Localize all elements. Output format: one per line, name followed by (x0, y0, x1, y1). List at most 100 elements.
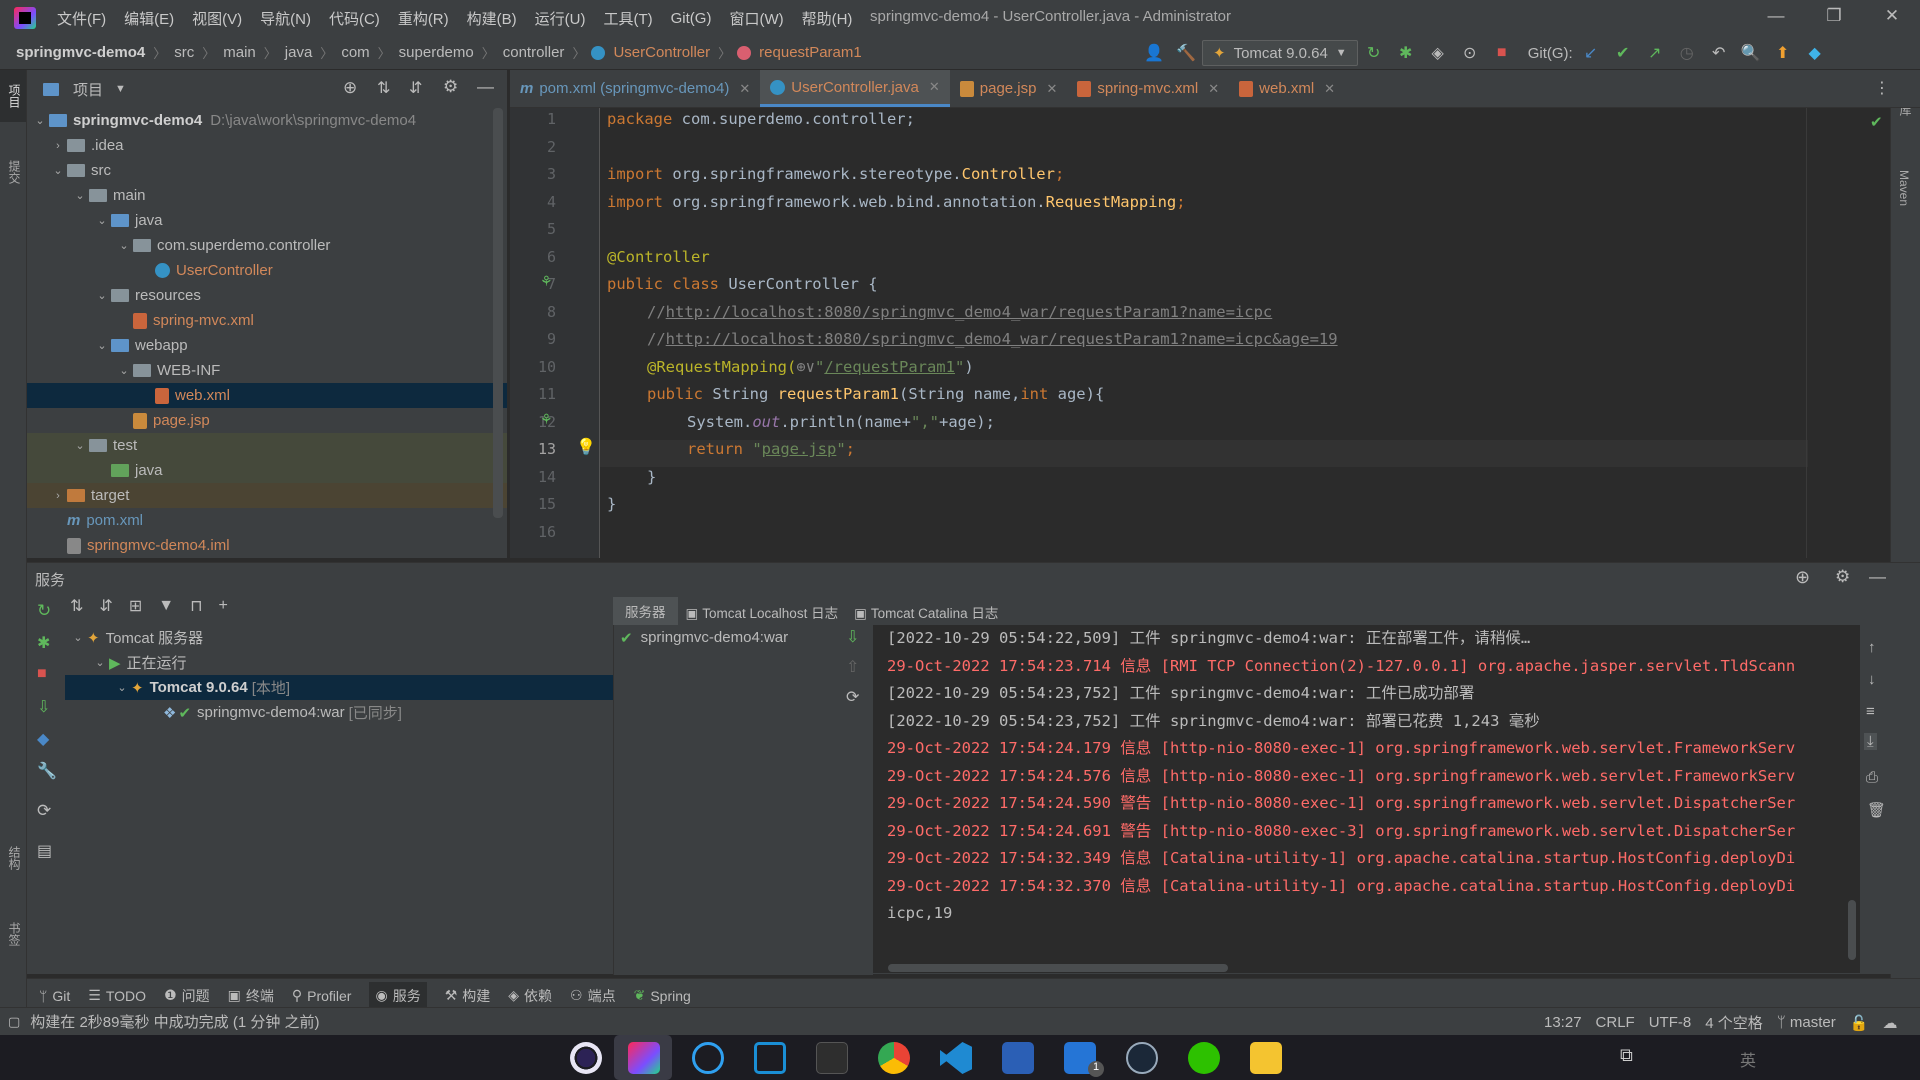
comment-url-link[interactable]: http://localhost:8080/springmvc_demo4_wa… (666, 303, 1273, 321)
rerun-icon[interactable]: ↻ (37, 601, 51, 621)
breadcrumb-main[interactable]: main (221, 44, 258, 61)
request-mapping-path[interactable]: /requestParam1 (824, 358, 955, 376)
breadcrumb-superdemo[interactable]: superdemo (397, 44, 476, 61)
git-update-icon[interactable]: ↙ (1581, 43, 1601, 63)
stop-icon[interactable]: ■ (1492, 44, 1512, 62)
tree-item[interactable]: › .idea (27, 133, 507, 158)
locate-icon[interactable]: ⊕ (343, 78, 357, 98)
collapse-all-icon[interactable]: ⇵ (99, 596, 112, 616)
tree-item[interactable]: ⌄ main (27, 183, 507, 208)
hide-panel-icon[interactable]: — (477, 77, 494, 97)
tab-spring-mvc-xml[interactable]: spring-mvc.xml ✕ (1067, 70, 1229, 107)
intellij-icon[interactable] (628, 1042, 660, 1074)
lock-icon[interactable]: 🔓 (1850, 1014, 1869, 1032)
ime-indicator[interactable]: 英 (1740, 1047, 1756, 1071)
tab-web-xml[interactable]: web.xml ✕ (1229, 70, 1345, 107)
tool-profiler[interactable]: ⚲ Profiler (292, 987, 352, 1004)
minimize-icon[interactable]: — (1764, 6, 1788, 26)
tree-item[interactable]: page.jsp (27, 408, 507, 433)
chrome-icon[interactable] (878, 1042, 910, 1074)
chevron-down-icon[interactable]: ▼ (115, 83, 126, 95)
tree-item-running[interactable]: ⌄ ▶ 正在运行 (65, 650, 613, 675)
layout-icon[interactable]: ▤ (37, 841, 52, 861)
tab-usercontroller[interactable]: UserController.java ✕ (760, 70, 950, 107)
breadcrumb-method[interactable]: requestParam1 (757, 44, 864, 61)
debug-icon[interactable]: ✱ (37, 633, 50, 653)
deploy-icon[interactable]: ⇩ (846, 627, 859, 647)
menu-refactor[interactable]: 重构(R) (389, 8, 458, 29)
expand-all-icon[interactable]: ⇅ (377, 78, 390, 98)
spring-mapping-gutter-icon[interactable]: ⚘ (540, 411, 553, 428)
clear-all-icon[interactable]: 🗑 (1867, 801, 1886, 819)
breadcrumb-class[interactable]: UserController (611, 44, 712, 61)
tree-item[interactable]: ⌄ src (27, 158, 507, 183)
browser-swirl-icon[interactable] (692, 1042, 724, 1074)
tab-page-jsp[interactable]: page.jsp ✕ (950, 70, 1068, 107)
rollback-icon[interactable]: ↶ (1709, 43, 1729, 63)
menu-window[interactable]: 窗口(W) (720, 8, 792, 29)
tree-item[interactable]: ⌄ test (27, 433, 507, 458)
close-icon[interactable]: ✕ (929, 79, 940, 95)
refresh-icon[interactable]: ⟳ (37, 801, 51, 821)
file-encoding[interactable]: UTF-8 (1649, 1014, 1692, 1031)
status-square-icon[interactable]: ▢ (8, 1014, 20, 1030)
menu-file[interactable]: 文件(F) (48, 8, 115, 29)
close-icon[interactable]: ✕ (1324, 81, 1335, 97)
line-separator[interactable]: CRLF (1596, 1014, 1635, 1031)
tree-item-tomcat-server[interactable]: ⌄ ✦ Tomcat 9.0.64 [本地] (65, 675, 613, 700)
gear-icon[interactable]: ⚙ (1835, 567, 1850, 587)
close-icon[interactable]: ✕ (1046, 81, 1057, 97)
tool-endpoints[interactable]: ⚇ 端点 (570, 986, 616, 1006)
user-icon[interactable]: 👤 (1144, 43, 1164, 63)
add-icon[interactable]: + (219, 597, 228, 615)
close-icon[interactable]: ✕ (739, 81, 750, 97)
rerun-icon[interactable]: ↻ (1364, 43, 1384, 63)
window-app-icon[interactable] (754, 1042, 786, 1074)
menu-run[interactable]: 运行(U) (526, 8, 595, 29)
project-panel-title[interactable]: 项目 (73, 79, 103, 100)
deploy-icon[interactable]: ⇩ (37, 697, 50, 717)
tree-item[interactable]: ⌄ WEB-INF (27, 358, 507, 383)
soft-wrap-icon[interactable]: ≡ (1866, 703, 1875, 720)
scroll-up-icon[interactable]: ↑ (1868, 639, 1876, 656)
tree-item-tomcat-servers[interactable]: ⌄ ✦ Tomcat 服务器 (65, 625, 613, 650)
scroll-down-icon[interactable]: ↓ (1868, 671, 1876, 688)
tree-item[interactable]: m pom.xml (27, 508, 507, 533)
deployment-item[interactable]: ✔ springmvc-demo4:war (614, 625, 873, 650)
tree-item[interactable]: ⌄ springmvc-demo4 D:\java\work\springmvc-d… (27, 108, 507, 133)
git-branch[interactable]: ᛘ master (1777, 1014, 1836, 1031)
spring-bean-gutter-icon[interactable]: ⚘ (540, 273, 553, 290)
profile-icon[interactable]: ⊙ (1460, 43, 1480, 63)
menu-git[interactable]: Git(G) (662, 10, 721, 27)
update-icon[interactable]: ⬆ (1773, 43, 1793, 63)
status-message[interactable]: 构建在 2秒89毫秒 中成功完成 (1 分钟 之前) (30, 1011, 319, 1032)
indent-setting[interactable]: 4 个空格 (1705, 1012, 1763, 1033)
menu-navigate[interactable]: 导航(N) (251, 8, 320, 29)
explorer-icon[interactable] (1250, 1042, 1282, 1074)
restore-icon[interactable]: ❐ (1822, 6, 1846, 26)
maven-tool-tab[interactable]: Maven (1897, 170, 1911, 206)
coverage-icon[interactable]: ◈ (1428, 43, 1448, 63)
tree-item[interactable]: springmvc-demo4.iml (27, 533, 507, 558)
tool-services[interactable]: ◉ 服务 (369, 981, 427, 1010)
menu-edit[interactable]: 编辑(E) (115, 8, 183, 29)
run-configuration-select[interactable]: ✦ Tomcat 9.0.64 ▼ (1202, 40, 1358, 66)
git-push-icon[interactable]: ↗ (1645, 43, 1665, 63)
undeploy-icon[interactable]: ⇧ (846, 657, 859, 677)
history-icon[interactable]: ◷ (1677, 43, 1697, 63)
tab-localhost-log[interactable]: ▣ Tomcat Localhost 日志 (678, 598, 847, 626)
tab-server[interactable]: 服务器 (613, 596, 678, 628)
menu-view[interactable]: 视图(V) (183, 8, 251, 29)
expand-all-icon[interactable]: ⇅ (70, 596, 83, 616)
comment-url-link[interactable]: http://localhost:8080/springmvc_demo4_wa… (666, 330, 1338, 348)
structure-tool-tab[interactable]: 结构 (6, 846, 23, 870)
tree-item[interactable]: ⌄ webapp (27, 333, 507, 358)
project-tool-tab[interactable]: 项目 (6, 84, 23, 108)
jsp-view-link[interactable]: page.jsp (762, 440, 837, 458)
steam-icon[interactable] (1126, 1042, 1158, 1074)
more-tabs-icon[interactable]: ⋮ (1874, 78, 1890, 98)
lightbulb-icon[interactable]: 💡 (576, 437, 596, 457)
menu-tools[interactable]: 工具(T) (594, 8, 661, 29)
tool-terminal[interactable]: ▣ 终端 (228, 986, 274, 1006)
build-hammer-icon[interactable]: 🔨 (1176, 43, 1196, 63)
